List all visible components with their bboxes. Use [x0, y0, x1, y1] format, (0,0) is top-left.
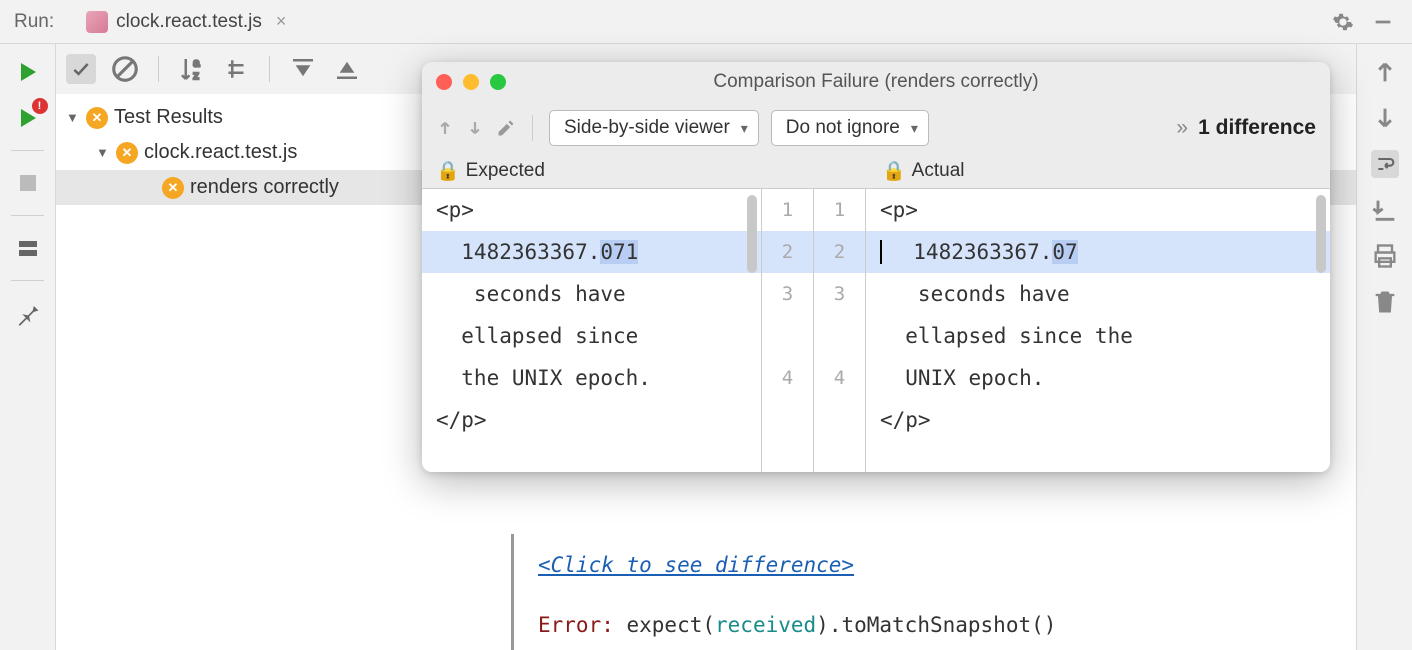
close-icon[interactable]: × [276, 11, 287, 32]
print-button[interactable] [1371, 242, 1399, 270]
test-output: <Click to see difference> Error: expect(… [511, 534, 1356, 650]
gutter-right: 1 2 3 4 [814, 189, 866, 472]
close-window-icon[interactable] [436, 74, 452, 90]
diff-line: seconds have [866, 273, 1330, 315]
soft-wrap-toggle[interactable] [1371, 150, 1399, 178]
gutter-left: 1 2 3 4 [762, 189, 814, 472]
diff-line: 1482363367.07 [866, 231, 1330, 273]
zoom-window-icon[interactable] [490, 74, 506, 90]
run-left-gutter: ! [0, 44, 56, 650]
run-right-gutter [1356, 44, 1412, 650]
diff-line: <p> [422, 189, 761, 231]
fail-status-icon [86, 107, 108, 129]
rerun-failed-button[interactable]: ! [14, 104, 42, 132]
next-diff-button[interactable] [466, 119, 484, 137]
more-icon[interactable]: » [1176, 116, 1188, 140]
run-button[interactable] [14, 58, 42, 86]
jest-icon [86, 11, 108, 33]
tree-test-label: renders correctly [190, 176, 339, 199]
prev-diff-button[interactable] [436, 119, 454, 137]
window-controls[interactable] [436, 74, 506, 90]
run-config-tab[interactable]: clock.react.test.js × [74, 5, 298, 39]
ignore-mode-label: Do not ignore [786, 117, 900, 139]
diff-line: </p> [866, 399, 1330, 441]
diff-line: UNIX epoch. [866, 357, 1330, 399]
collapse-all-button[interactable] [288, 54, 318, 84]
delete-button[interactable] [1371, 288, 1399, 316]
viewer-mode-label: Side-by-side viewer [564, 117, 730, 139]
chevron-down-icon: ▼ [96, 145, 110, 160]
difference-count: » 1 difference [1176, 116, 1316, 140]
pin-button[interactable] [14, 299, 42, 327]
comparison-dialog: Comparison Failure (renders correctly) S… [422, 62, 1330, 472]
layout-button[interactable] [14, 234, 42, 262]
lock-icon: 🔒 [436, 159, 460, 183]
see-difference-link[interactable]: <Click to see difference> [538, 553, 854, 577]
svg-text:z: z [193, 70, 199, 82]
lock-icon: 🔒 [882, 159, 906, 183]
gear-icon[interactable] [1332, 11, 1354, 33]
diff-line: the UNIX epoch. [422, 357, 761, 399]
diff-line: seconds have [422, 273, 761, 315]
fail-status-icon [162, 177, 184, 199]
dialog-titlebar[interactable]: Comparison Failure (renders correctly) [422, 62, 1330, 102]
stop-button[interactable] [14, 169, 42, 197]
error-line: Error: expect(received).toMatchSnapshot(… [538, 606, 1356, 646]
fail-badge: ! [32, 98, 48, 114]
tree-root-label: Test Results [114, 106, 223, 129]
scroll-down-button[interactable] [1371, 104, 1399, 132]
expected-label: Expected [466, 160, 545, 182]
edit-icon[interactable] [496, 118, 516, 138]
tool-window-header: Run: clock.react.test.js × [0, 0, 1412, 44]
diff-line: ellapsed since [422, 315, 761, 357]
diff-line: <p> [866, 189, 1330, 231]
diff-column-headers: 🔒 Expected 🔒 Actual [422, 154, 1330, 188]
ignore-mode-select[interactable]: Do not ignore [771, 110, 929, 146]
viewer-mode-select[interactable]: Side-by-side viewer [549, 110, 759, 146]
show-ignored-toggle[interactable] [110, 54, 140, 84]
fail-status-icon [116, 142, 138, 164]
show-passed-toggle[interactable] [66, 54, 96, 84]
minimize-icon[interactable] [1372, 11, 1394, 33]
chevron-down-icon: ▼ [66, 110, 80, 125]
diff-line: ellapsed since the [866, 315, 1330, 357]
cursor [880, 240, 882, 264]
actual-pane[interactable]: <p> 1482363367.07 seconds have ellapsed … [866, 189, 1330, 472]
scroll-up-button[interactable] [1371, 58, 1399, 86]
run-label: Run: [14, 11, 54, 33]
svg-text:a: a [193, 58, 200, 70]
dialog-title: Comparison Failure (renders correctly) [713, 71, 1038, 93]
diff-line: 1482363367.071 [422, 231, 761, 273]
sort-button[interactable]: az [177, 54, 207, 84]
scrollbar[interactable] [747, 195, 757, 273]
expand-all-button[interactable] [332, 54, 362, 84]
tree-suite-label: clock.react.test.js [144, 141, 297, 164]
scrollbar[interactable] [1316, 195, 1326, 273]
diff-line: </p> [422, 399, 761, 441]
dialog-toolbar: Side-by-side viewer Do not ignore » 1 di… [422, 102, 1330, 154]
scroll-to-end-button[interactable] [1371, 196, 1399, 224]
tab-title: clock.react.test.js [116, 11, 262, 33]
minimize-window-icon[interactable] [463, 74, 479, 90]
diff-body: <p> 1482363367.071 seconds have ellapsed… [422, 188, 1330, 472]
expand-button[interactable] [221, 54, 251, 84]
expected-pane[interactable]: <p> 1482363367.071 seconds have ellapsed… [422, 189, 762, 472]
actual-label: Actual [912, 160, 965, 182]
